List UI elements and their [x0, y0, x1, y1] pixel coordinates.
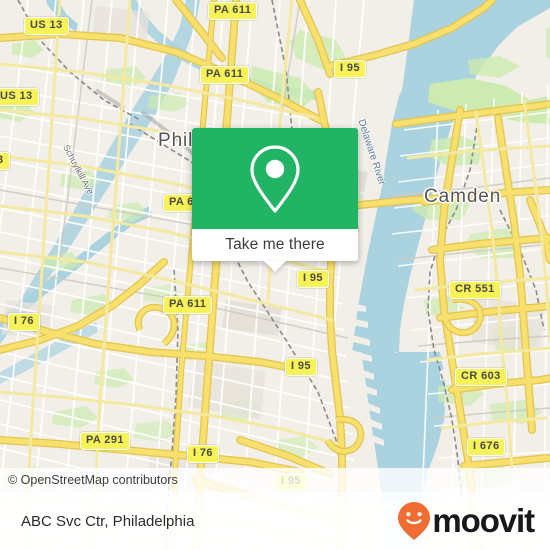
highway-shield[interactable]: I 76 — [187, 445, 219, 463]
moovit-wordmark: moovit — [432, 502, 535, 539]
moovit-smiley-pin-icon — [398, 502, 431, 540]
highway-shield[interactable]: CR 551 — [449, 281, 501, 299]
highway-shield[interactable]: PA 611 — [200, 66, 250, 84]
popup-cta-bar[interactable]: Take me there — [192, 229, 358, 272]
highway-shield[interactable]: I 76 — [8, 313, 40, 331]
highway-shield[interactable]: I 676 — [467, 438, 506, 456]
location-popup-card[interactable]: Take me there — [192, 128, 358, 272]
map-label-camden: Camden — [424, 186, 502, 207]
popup-cta-label: Take me there — [225, 236, 325, 253]
map-label-philadelphia: Phil — [158, 130, 194, 151]
highway-shield[interactable]: PA 291 — [80, 432, 130, 450]
highway-shield[interactable]: I 95 — [297, 270, 329, 288]
map-viewport[interactable]: Phil Camden Delaware River Schuylkill Av… — [0, 0, 550, 550]
footer-place-name: ABC Svc Ctr, Philadelphia — [21, 512, 195, 530]
highway-shield[interactable]: I 95 — [334, 60, 366, 78]
footer-bar: ABC Svc Ctr, Philadelphia moovit — [0, 492, 550, 550]
highway-shield[interactable]: US 13 — [0, 88, 39, 106]
highway-shield[interactable]: I 95 — [285, 358, 317, 376]
map-pin-icon — [250, 144, 300, 213]
attribution-text[interactable]: © OpenStreetMap contributors — [0, 473, 178, 487]
highway-shield[interactable]: PA 611 — [208, 2, 258, 20]
map-attribution-bar: © OpenStreetMap contributors — [0, 468, 550, 492]
moovit-brand-logo[interactable]: moovit — [397, 501, 550, 541]
highway-shield[interactable]: PA 611 — [163, 296, 213, 314]
highway-shield[interactable]: 3 — [0, 152, 10, 170]
popup-image-panel — [192, 128, 358, 229]
highway-shield[interactable]: CR 603 — [455, 368, 507, 386]
highway-shield[interactable]: US 13 — [24, 17, 69, 35]
popup-pointer-tail — [264, 261, 286, 272]
